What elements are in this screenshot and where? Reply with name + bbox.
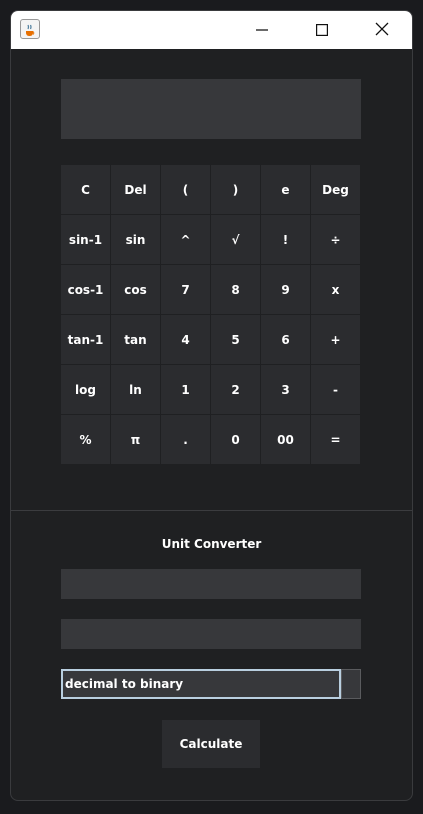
minimize-button[interactable] [232, 11, 292, 49]
app-window: C Del() e Deg sin-1 sin ^ √! ÷ cos-1 cos 7 8 9 x tan-1 t… [10, 10, 413, 801]
key-button[interactable]: 2 [211, 365, 260, 414]
key-button[interactable]: tan [111, 315, 160, 364]
key-button[interactable]: Deg [311, 165, 360, 214]
key-button[interactable]: 3 [261, 365, 310, 414]
key-button[interactable]: ! [261, 215, 310, 264]
key-button[interactable]: sin [111, 215, 160, 264]
converter-output-field[interactable] [61, 619, 361, 649]
key-button[interactable]: 9 [261, 265, 310, 314]
key-button[interactable]: 0 [211, 415, 260, 464]
section-divider [11, 510, 412, 511]
converter-input-field[interactable] [61, 569, 361, 599]
conversion-type-dropdown[interactable]: decimal to binary [61, 669, 361, 699]
key-button[interactable]: tan-1 [61, 315, 110, 364]
key-button[interactable]: = [311, 415, 360, 464]
key-button[interactable]: 5 [211, 315, 260, 364]
conversion-type-value[interactable]: decimal to binary [61, 669, 341, 699]
maximize-icon [316, 21, 329, 40]
title-bar [11, 11, 412, 49]
key-button[interactable]: ) [211, 165, 260, 214]
key-button[interactable]: 1 [161, 365, 210, 414]
calculate-button[interactable]: Calculate [162, 720, 260, 768]
key-button[interactable]: 6 [261, 315, 310, 364]
minimize-icon [256, 21, 268, 40]
key-button[interactable]: 4 [161, 315, 210, 364]
key-button[interactable]: π [111, 415, 160, 464]
key-button[interactable]: 8 [211, 265, 260, 314]
calculator-display[interactable] [61, 79, 361, 139]
key-button[interactable]: ln [111, 365, 160, 414]
key-button[interactable]: e [261, 165, 310, 214]
key-button[interactable]: + [311, 315, 360, 364]
key-button[interactable]: ^ [161, 215, 210, 264]
key-button[interactable]: √ [211, 215, 260, 264]
key-button[interactable]: x [311, 265, 360, 314]
key-button[interactable]: C [61, 165, 110, 214]
java-coffee-cup-icon [20, 19, 40, 39]
dropdown-arrow-button[interactable] [341, 669, 361, 699]
close-icon [375, 21, 389, 40]
key-button[interactable]: Del [111, 165, 160, 214]
key-button[interactable]: cos-1 [61, 265, 110, 314]
key-button[interactable]: log [61, 365, 110, 414]
key-button[interactable]: - [311, 365, 360, 414]
key-button[interactable]: % [61, 415, 110, 464]
keypad: C Del() e Deg sin-1 sin ^ √! ÷ cos-1 cos 7 8 9 x tan-1 t… [61, 165, 361, 465]
close-button[interactable] [352, 11, 412, 49]
key-button[interactable]: 00 [261, 415, 310, 464]
key-button[interactable]: ( [161, 165, 210, 214]
key-button[interactable]: . [161, 415, 210, 464]
unit-converter-title: Unit Converter [161, 537, 262, 551]
key-button[interactable]: 7 [161, 265, 210, 314]
key-button[interactable]: cos [111, 265, 160, 314]
key-button[interactable]: ÷ [311, 215, 360, 264]
maximize-button[interactable] [292, 11, 352, 49]
key-button[interactable]: sin-1 [61, 215, 110, 264]
